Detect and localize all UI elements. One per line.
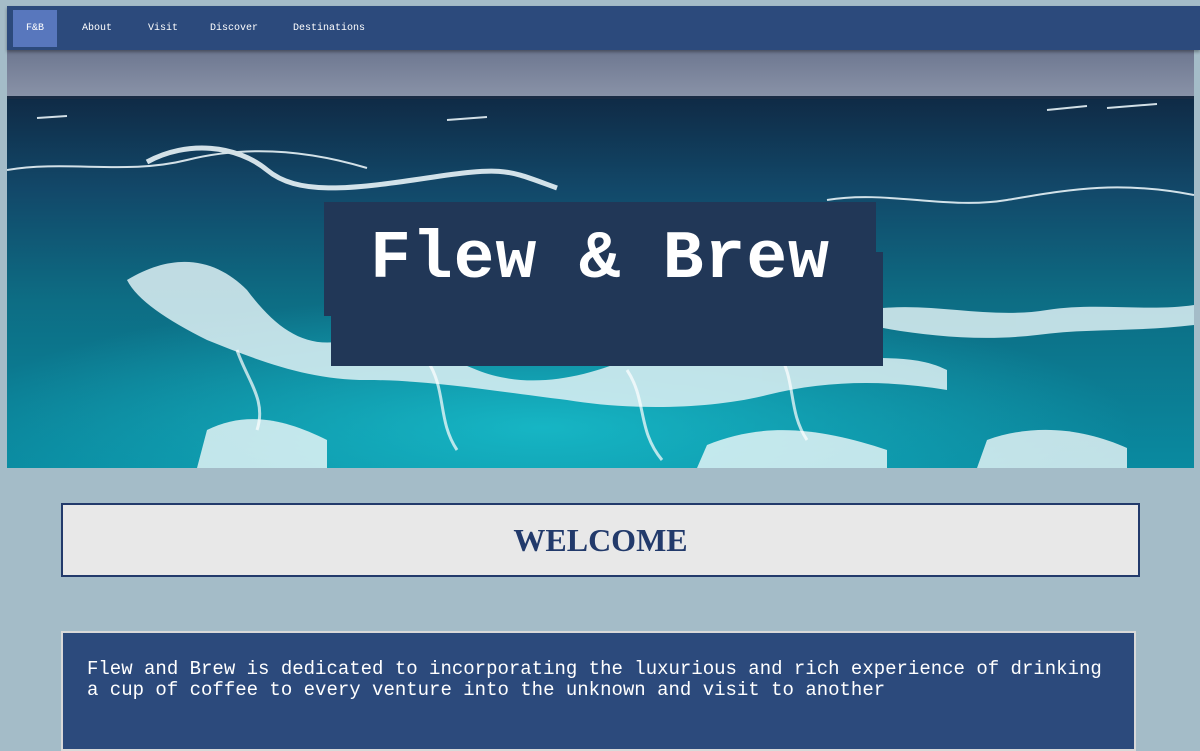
hero-title-panel: Flew & Brew (324, 202, 876, 316)
welcome-banner: WELCOME (61, 503, 1140, 577)
about-paragraph: Flew and Brew is dedicated to incorporat… (87, 658, 1102, 701)
hero-title: Flew & Brew (370, 220, 830, 298)
nav-item-about[interactable]: About (75, 10, 119, 47)
about-section: Flew and Brew is dedicated to incorporat… (61, 631, 1136, 751)
top-navbar: F&B About Visit Discover Destinations (7, 6, 1200, 50)
welcome-heading: WELCOME (513, 521, 688, 558)
nav-item-destinations[interactable]: Destinations (285, 10, 373, 47)
nav-item-fb[interactable]: F&B (13, 9, 57, 47)
nav-item-visit[interactable]: Visit (138, 10, 188, 47)
nav-item-discover[interactable]: Discover (205, 10, 263, 47)
